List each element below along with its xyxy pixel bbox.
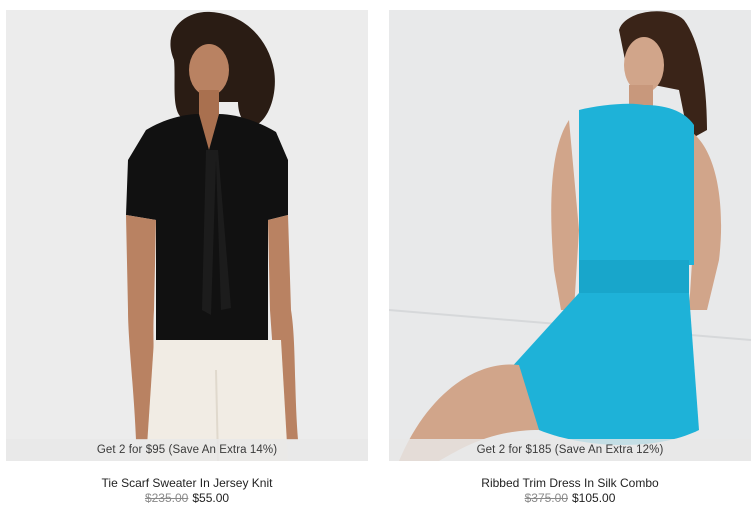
product-image[interactable]: Get 2 for $95 (Save An Extra 14%) bbox=[6, 10, 368, 461]
product-photo-dress bbox=[389, 10, 751, 461]
product-photo-sweater bbox=[6, 10, 368, 461]
product-card[interactable]: Get 2 for $185 (Save An Extra 12%) Ribbe… bbox=[389, 10, 751, 506]
sale-price: $55.00 bbox=[192, 491, 230, 505]
promo-banner: Get 2 for $95 (Save An Extra 14%) bbox=[6, 439, 368, 461]
product-title[interactable]: Ribbed Trim Dress In Silk Combo bbox=[389, 476, 751, 491]
product-image[interactable]: Get 2 for $185 (Save An Extra 12%) bbox=[389, 10, 751, 461]
product-prices: $235.00 $55.00 bbox=[6, 491, 368, 506]
product-card[interactable]: Get 2 for $95 (Save An Extra 14%) Tie Sc… bbox=[6, 10, 368, 506]
original-price: $375.00 bbox=[524, 491, 568, 505]
product-title[interactable]: Tie Scarf Sweater In Jersey Knit bbox=[6, 476, 368, 491]
promo-banner: Get 2 for $185 (Save An Extra 12%) bbox=[389, 439, 751, 461]
original-price: $235.00 bbox=[144, 491, 189, 505]
sale-price: $105.00 bbox=[572, 491, 616, 505]
product-prices: $375.00 $105.00 bbox=[389, 491, 751, 506]
